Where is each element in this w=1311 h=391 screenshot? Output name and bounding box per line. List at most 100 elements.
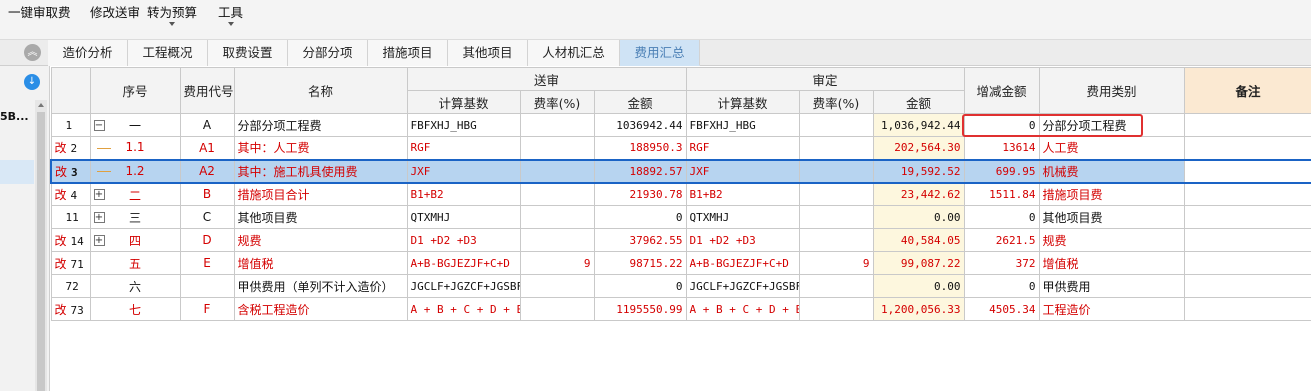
tools-button[interactable]: 工具	[218, 2, 243, 21]
cell-submit-rate[interactable]	[519, 182, 595, 206]
cell-submit-amount[interactable]: 1195550.99	[593, 297, 687, 321]
cell-submit-amount[interactable]: 18892.57	[593, 158, 687, 184]
cell-code[interactable]: A	[179, 113, 235, 137]
scroll-up-icon[interactable]	[38, 103, 44, 107]
cell-approve-base[interactable]: QTXMHJ	[685, 205, 800, 229]
row-header[interactable]: 改3	[50, 158, 91, 184]
cell-approve-amount[interactable]: 202,564.30	[872, 136, 965, 160]
table-row[interactable]: 1− 一 A 分部分项工程费 FBFXHJ_HBG 1036942.44 FBFXHJ_HB…	[50, 113, 1311, 137]
cell-submit-base[interactable]: RGF	[406, 136, 521, 160]
cell-approve-amount[interactable]: 19,592.52	[872, 158, 965, 184]
collapse-up-icon[interactable]: ︽	[24, 44, 41, 61]
cell-category[interactable]: 机械费	[1038, 158, 1185, 184]
row-header[interactable]: 72	[50, 274, 91, 298]
cell-approve-amount[interactable]: 0.00	[872, 205, 965, 229]
cell-submit-base[interactable]: FBFXHJ_HBG	[406, 113, 521, 137]
cell-diff[interactable]: 0	[963, 113, 1040, 137]
chevron-down-icon[interactable]	[228, 22, 234, 26]
cell-name[interactable]: 甲供费用（单列不计入造价）	[233, 274, 408, 298]
left-panel-item[interactable]: 5B...	[0, 110, 29, 123]
cell-name[interactable]: 规费	[233, 228, 408, 252]
cell-name[interactable]: 分部分项工程费	[233, 113, 408, 137]
cell-approve-rate[interactable]	[798, 205, 874, 229]
cell-submit-amount[interactable]: 188950.3	[593, 136, 687, 160]
cell-approve-amount[interactable]: 1,200,056.33	[872, 297, 965, 321]
cell-category[interactable]: 措施项目费	[1038, 182, 1185, 206]
table-row[interactable]: 72 六甲供费用（单列不计入造价） JGCLF+JGZCF+JGSBF 0 JGCLF+…	[50, 274, 1311, 298]
cell-name[interactable]: 含税工程造价	[233, 297, 408, 321]
cell-code[interactable]: F	[179, 297, 235, 321]
cell-submit-rate[interactable]	[519, 158, 595, 184]
cell-remark[interactable]	[1183, 113, 1311, 137]
cell-approve-rate[interactable]	[798, 297, 874, 321]
cell-name[interactable]: 增值税	[233, 251, 408, 275]
cell-category[interactable]: 人工费	[1038, 136, 1185, 160]
cell-category[interactable]: 分部分项工程费	[1038, 113, 1185, 137]
cell-approve-base[interactable]: JGCLF+JGZCF+JGSBF	[685, 274, 800, 298]
table-row[interactable]: 改 4 + 二 B 措施项目合计 B1+B2 21930.78 B1+B2 23,442.62 15…	[50, 182, 1311, 206]
cell-name[interactable]: 其中：施工机具使用费	[233, 158, 408, 184]
cell-name[interactable]: 其中：人工费	[233, 136, 408, 160]
cell-approve-amount[interactable]: 99,087.22	[872, 251, 965, 275]
cell-approve-base[interactable]: RGF	[685, 136, 800, 160]
cell-approve-rate[interactable]	[798, 158, 874, 184]
cell-code[interactable]: A2	[179, 158, 235, 184]
cell-code[interactable]: D	[179, 228, 235, 252]
chevron-down-icon[interactable]	[169, 22, 175, 26]
modify-submission-button[interactable]: 修改送审	[90, 2, 140, 21]
cell-diff[interactable]: 0	[963, 205, 1040, 229]
tab-project-overview[interactable]: 工程概况	[128, 40, 208, 66]
cell-code[interactable]: B	[179, 182, 235, 206]
cell-diff[interactable]: 0	[963, 274, 1040, 298]
cell-seq[interactable]: + 三	[89, 205, 181, 229]
cell-remark[interactable]	[1183, 158, 1311, 184]
cell-approve-rate[interactable]	[798, 274, 874, 298]
tab-fee-settings[interactable]: 取费设置	[208, 40, 288, 66]
cell-submit-rate[interactable]	[519, 274, 595, 298]
cell-seq[interactable]: 1.2	[89, 158, 181, 184]
cell-category[interactable]: 增值税	[1038, 251, 1185, 275]
cell-remark[interactable]	[1183, 228, 1311, 252]
cell-seq[interactable]: 1.1	[89, 136, 181, 160]
cell-seq[interactable]: − 一	[89, 113, 181, 137]
cell-approve-base[interactable]: JXF	[685, 158, 800, 184]
cell-approve-rate[interactable]	[798, 136, 874, 160]
row-header[interactable]: 改4	[50, 182, 91, 206]
cell-category[interactable]: 其他项目费	[1038, 205, 1185, 229]
row-header[interactable]: 改2	[50, 136, 91, 160]
cell-submit-amount[interactable]: 37962.55	[593, 228, 687, 252]
cell-approve-base[interactable]: FBFXHJ_HBG	[685, 113, 800, 137]
cell-approve-rate[interactable]	[798, 113, 874, 137]
row-header[interactable]: 11	[50, 205, 91, 229]
cell-submit-amount[interactable]: 98715.22	[593, 251, 687, 275]
cell-category[interactable]: 工程造价	[1038, 297, 1185, 321]
cell-submit-base[interactable]: A+B-BGJEZJF+C+D	[406, 251, 521, 275]
download-icon[interactable]: ↓	[24, 74, 40, 90]
row-header[interactable]: 1	[50, 113, 91, 137]
cell-submit-amount[interactable]: 0	[593, 274, 687, 298]
cell-remark[interactable]	[1183, 205, 1311, 229]
cell-submit-base[interactable]: JXF	[406, 158, 521, 184]
tab-fee-summary[interactable]: 费用汇总	[620, 40, 700, 66]
cell-submit-rate[interactable]	[519, 113, 595, 137]
cell-submit-rate[interactable]	[519, 228, 595, 252]
cell-code[interactable]: A1	[179, 136, 235, 160]
cell-code[interactable]: C	[179, 205, 235, 229]
cell-code[interactable]	[179, 274, 235, 298]
cell-approve-base[interactable]: B1+B2	[685, 182, 800, 206]
cell-submit-rate[interactable]	[519, 297, 595, 321]
cell-diff[interactable]: 2621.5	[963, 228, 1040, 252]
cell-approve-base[interactable]: A + B + C + D + E	[685, 297, 800, 321]
cell-seq[interactable]: 六	[89, 274, 181, 298]
cell-approve-rate[interactable]	[798, 182, 874, 206]
cell-name[interactable]: 措施项目合计	[233, 182, 408, 206]
cell-submit-base[interactable]: QTXMHJ	[406, 205, 521, 229]
cell-diff[interactable]: 1511.84	[963, 182, 1040, 206]
table-row[interactable]: 改 71 五 E 增值税 A+B-BGJEZJF+C+D 9 98715.22 A+B-BGJE…	[50, 251, 1311, 275]
one-click-review-fee-button[interactable]: 一键审取费	[8, 2, 71, 21]
cell-submit-base[interactable]: B1+B2	[406, 182, 521, 206]
tab-measures[interactable]: 措施项目	[368, 40, 448, 66]
cell-remark[interactable]	[1183, 182, 1311, 206]
cell-diff[interactable]: 4505.34	[963, 297, 1040, 321]
cell-approve-amount[interactable]: 23,442.62	[872, 182, 965, 206]
